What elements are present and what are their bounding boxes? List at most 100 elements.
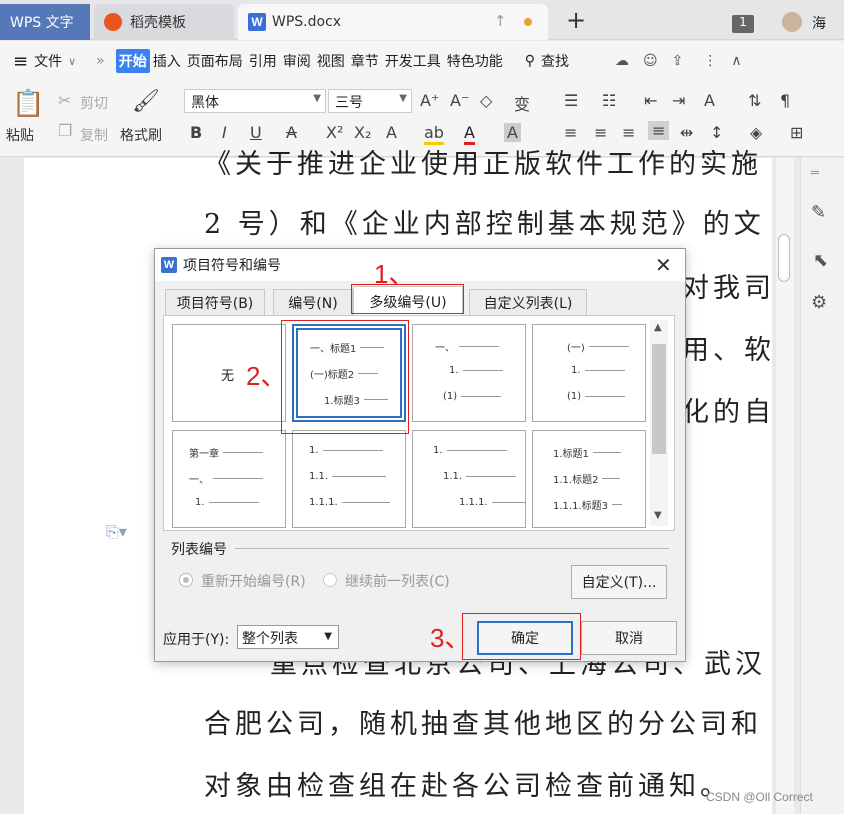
copy-icon: ❐ [58,121,73,140]
cut-button[interactable]: 剪切 [80,93,108,113]
cancel-button[interactable]: 取消 [581,621,677,655]
menu-review[interactable]: 审阅 [280,49,314,73]
hamburger-icon[interactable]: ≡ [10,49,31,74]
tab-template[interactable]: 稻壳模板 [94,4,234,40]
paragraph-handle-icon[interactable]: ⎘▾ [106,522,127,542]
menu-layout[interactable]: 页面布局 [184,49,246,73]
bullet-list-icon[interactable]: ☰ [564,91,578,110]
font-family-select[interactable]: 黑体 ▼ [184,89,326,113]
restart-radio[interactable] [179,573,193,587]
brush-icon[interactable]: 🖌 [132,89,160,114]
align-left-icon[interactable]: ≡ [564,123,577,142]
decrease-indent-icon[interactable]: ⇤ [644,91,657,110]
close-icon[interactable]: ✕ [655,253,672,277]
preset-decimal-flat[interactable]: 1. 1.1. 1.1.1. [292,430,406,528]
align-center-icon[interactable]: ≡ [594,123,607,142]
dialog-title: 项目符号和编号 [183,258,281,274]
chinese-layout-icon[interactable]: A [704,91,715,110]
preset-line: 1.1. [309,471,387,482]
strikethrough-icon[interactable]: A [286,123,297,142]
shrink-font-icon[interactable]: A⁻ [450,91,469,110]
show-marks-icon[interactable]: ¶ [780,91,790,110]
expand-icon[interactable]: » [93,51,108,71]
justify-icon[interactable]: ≡ [648,121,670,140]
menu-start[interactable]: 开始 [115,49,150,73]
apply-to-select[interactable]: 整个列表 ▼ [237,625,339,649]
text-effect-icon[interactable]: A [386,123,397,142]
font-color-icon[interactable]: A [464,123,475,145]
line-spacing-icon[interactable]: ↕ [710,123,723,142]
window-counter-badge[interactable]: 1 [732,15,754,33]
format-painter-button[interactable]: 格式刷 [120,125,162,145]
chevron-up-icon[interactable]: ▲ [654,322,662,333]
align-right-icon[interactable]: ≡ [622,123,635,142]
gallery-scroll-thumb[interactable] [652,344,666,454]
chevron-down-icon[interactable]: ▼ [654,510,662,521]
cursor-icon[interactable]: ⬉ [813,250,828,271]
chevron-down-icon: ▼ [313,93,321,104]
drag-handle-icon[interactable]: ═ [811,166,819,181]
grow-font-icon[interactable]: A⁺ [420,91,439,110]
avatar[interactable] [782,12,802,32]
numbered-list-icon[interactable]: ☷ [602,91,616,110]
tab-numbering[interactable]: 编号(N) [273,289,353,315]
copy-button[interactable]: 复制 [80,125,108,145]
menu-insert[interactable]: 插入 [150,49,184,73]
superscript-icon[interactable]: X² [326,123,343,142]
tab-custom-list[interactable]: 自定义列表(L) [469,289,587,315]
paste-button[interactable]: 粘贴 [6,125,34,145]
underline-icon[interactable]: U [250,123,262,142]
preset-line-text: 1. [195,497,205,508]
user-name[interactable]: 海 [812,13,826,33]
menu-file[interactable]: 文件 [31,49,65,73]
menu-view[interactable]: 视图 [314,49,348,73]
share-user-icon[interactable]: ☺ [640,51,661,71]
preset-decimal-indented[interactable]: 1. 1.1. 1.1.1. [412,430,526,528]
menu-developer[interactable]: 开发工具 [382,49,444,73]
ribbon: 📋 粘贴 ✂ 剪切 ❐ 复制 🖌 格式刷 黑体 ▼ 三号 ▼ A⁺ A⁻ ◇ 变 B… [0,81,844,157]
continue-radio[interactable] [323,573,337,587]
settings-sliders-icon[interactable]: ⚙ [811,292,827,313]
list-number-label: 列表编号 [171,542,227,558]
pin-icon[interactable]: ↑ [494,12,507,30]
preset-decimal-heading[interactable]: 1.标题1 1.1.标题2 1.1.1.标题3 [532,430,646,528]
tab-wps-writer[interactable]: WPS 文字 [0,4,90,40]
sort-icon[interactable]: ⇅ [748,91,761,110]
scroll-thumb[interactable] [778,234,790,282]
paste-icon[interactable]: 📋 [12,89,44,119]
preset-paren-chinese[interactable]: (一) 1. (1) [532,324,646,422]
tab-document[interactable]: W WPS.docx ↑ [238,4,548,40]
preset-chapter[interactable]: 第一章 一、 1. [172,430,286,528]
phonetic-icon[interactable]: 变 [514,91,530,115]
shading-icon[interactable]: ◈ [750,123,762,142]
customize-button[interactable]: 自定义(T)... [571,565,667,599]
preset-chinese-number[interactable]: 一、 1. (1) [412,324,526,422]
bold-icon[interactable]: B [190,123,202,142]
preset-line: 1. [449,365,503,376]
chevron-down-icon[interactable]: ∨ [65,53,79,70]
char-shading-icon[interactable]: A [504,123,521,142]
border-icon[interactable]: ⊞ [790,123,803,142]
new-tab-icon[interactable]: + [566,6,586,34]
gallery-scrollbar[interactable]: ▲ ▼ [650,320,668,526]
highlight-icon[interactable]: ab [424,123,444,145]
menu-reference[interactable]: 引用 [246,49,280,73]
edit-icon[interactable]: ✎ [811,202,826,223]
menu-section[interactable]: 章节 [348,49,382,73]
distribute-icon[interactable]: ⇹ [680,123,693,142]
menu-special[interactable]: 特色功能 [444,49,506,73]
vertical-scrollbar[interactable] [776,158,794,814]
italic-icon[interactable]: I [222,123,227,142]
dialog-title-bar: W 项目符号和编号 ✕ [155,249,685,281]
tab-bullets[interactable]: 项目符号(B) [165,289,265,315]
search-icon[interactable]: ⚲ [522,51,538,71]
clear-format-icon[interactable]: ◇ [480,91,492,110]
more-icon[interactable]: ⋮ [700,51,720,71]
menu-search[interactable]: 查找 [538,49,572,73]
upload-icon[interactable]: ⇪ [669,51,687,71]
increase-indent-icon[interactable]: ⇥ [672,91,685,110]
cloud-icon[interactable]: ☁ [612,51,632,71]
font-size-select[interactable]: 三号 ▼ [328,89,412,113]
collapse-icon[interactable]: ∧ [728,51,744,71]
subscript-icon[interactable]: X₂ [354,123,371,142]
